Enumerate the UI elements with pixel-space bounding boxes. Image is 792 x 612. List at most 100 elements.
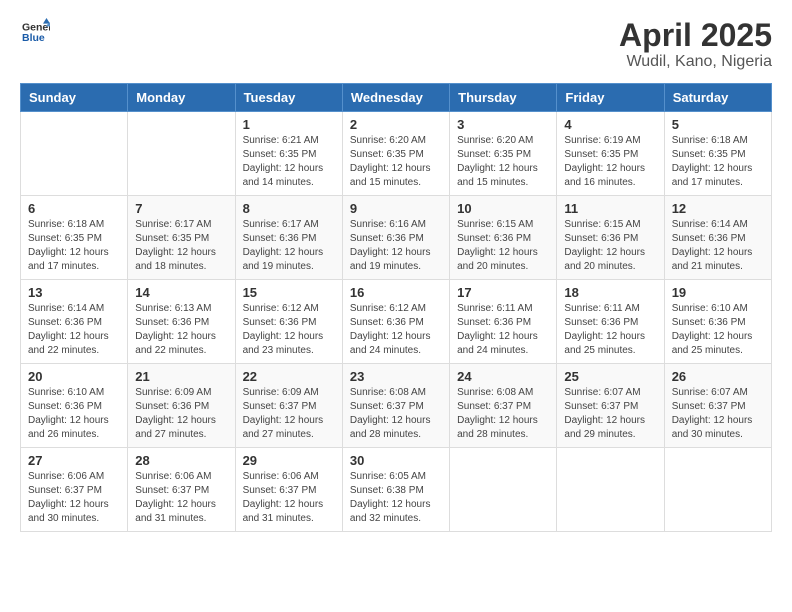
calendar-day-cell: 29Sunrise: 6:06 AM Sunset: 6:37 PM Dayli… xyxy=(235,448,342,532)
calendar-day-header: Monday xyxy=(128,84,235,112)
day-number: 27 xyxy=(28,453,120,468)
calendar-day-cell xyxy=(664,448,771,532)
calendar-day-cell: 30 Sunrise: 6:05 AM Sunset: 6:38 PM Dayli… xyxy=(342,448,449,532)
calendar-day-cell: 5Sunrise: 6:18 AM Sunset: 6:35 PM Daylig… xyxy=(664,112,771,196)
day-info: Sunrise: 6:20 AM Sunset: 6:35 PM Dayligh… xyxy=(457,134,549,190)
calendar-day-cell xyxy=(450,448,557,532)
day-info: Sunrise: 6:12 AM Sunset: 6:36 PM Dayligh… xyxy=(350,302,442,358)
day-info: Sunrise: 6:08 AM Sunset: 6:37 PM Dayligh… xyxy=(457,386,549,442)
day-number: 18 xyxy=(564,285,656,300)
calendar-day-cell: 13Sunrise: 6:14 AM Sunset: 6:36 PM Dayli… xyxy=(21,280,128,364)
calendar-day-cell: 23Sunrise: 6:08 AM Sunset: 6:37 PM Dayli… xyxy=(342,364,449,448)
day-info: Sunrise: 6:05 AM Sunset: 6:38 PM Dayligh… xyxy=(350,470,442,526)
day-number: 2 xyxy=(350,117,442,132)
calendar-day-cell: 20 Sunrise: 6:10 AM Sunset: 6:36 PM Dayli… xyxy=(21,364,128,448)
calendar-day-cell xyxy=(557,448,664,532)
day-number: 8 xyxy=(243,201,335,216)
day-number: 28 xyxy=(135,453,227,468)
calendar-day-cell: 4 Sunrise: 6:19 AM Sunset: 6:35 PM Daylig… xyxy=(557,112,664,196)
day-number: 15 xyxy=(243,285,335,300)
page: General Blue April 2025 Wudil, Kano, Nig… xyxy=(0,0,792,612)
day-number: 21 xyxy=(135,369,227,384)
day-info: Sunrise: 6:10 AM Sunset: 6:36 PM Dayligh… xyxy=(672,302,764,358)
day-info: Sunrise: 6:14 AM Sunset: 6:36 PM Dayligh… xyxy=(672,218,764,274)
calendar-week-row: 13Sunrise: 6:14 AM Sunset: 6:36 PM Dayli… xyxy=(21,280,772,364)
day-info: Sunrise: 6:09 AM Sunset: 6:36 PM Dayligh… xyxy=(135,386,227,442)
main-title: April 2025 xyxy=(619,18,772,53)
day-number: 26 xyxy=(672,369,764,384)
calendar-day-cell: 14 Sunrise: 6:13 AM Sunset: 6:36 PM Dayli… xyxy=(128,280,235,364)
day-number: 13 xyxy=(28,285,120,300)
calendar-day-cell: 10Sunrise: 6:15 AM Sunset: 6:36 PM Dayli… xyxy=(450,196,557,280)
day-info: Sunrise: 6:21 AM Sunset: 6:35 PM Dayligh… xyxy=(243,134,335,190)
calendar-week-row: 1 Sunrise: 6:21 AM Sunset: 6:35 PM Daylig… xyxy=(21,112,772,196)
day-number: 22 xyxy=(243,369,335,384)
svg-text:Blue: Blue xyxy=(22,32,45,44)
day-number: 19 xyxy=(672,285,764,300)
day-info: Sunrise: 6:19 AM Sunset: 6:35 PM Dayligh… xyxy=(564,134,656,190)
calendar-day-cell: 17 Sunrise: 6:11 AM Sunset: 6:36 PM Dayli… xyxy=(450,280,557,364)
calendar-day-cell: 19 Sunrise: 6:10 AM Sunset: 6:36 PM Dayli… xyxy=(664,280,771,364)
calendar-day-cell: 25Sunrise: 6:07 AM Sunset: 6:37 PM Dayli… xyxy=(557,364,664,448)
day-number: 9 xyxy=(350,201,442,216)
calendar-day-cell: 2 Sunrise: 6:20 AM Sunset: 6:35 PM Daylig… xyxy=(342,112,449,196)
day-number: 17 xyxy=(457,285,549,300)
day-number: 11 xyxy=(564,201,656,216)
header: General Blue April 2025 Wudil, Kano, Nig… xyxy=(20,18,772,71)
calendar-day-cell: 6Sunrise: 6:18 AM Sunset: 6:35 PM Daylig… xyxy=(21,196,128,280)
day-number: 4 xyxy=(564,117,656,132)
logo: General Blue xyxy=(20,18,50,51)
title-block: April 2025 Wudil, Kano, Nigeria xyxy=(619,18,772,71)
day-number: 30 xyxy=(350,453,442,468)
day-info: Sunrise: 6:10 AM Sunset: 6:36 PM Dayligh… xyxy=(28,386,120,442)
day-info: Sunrise: 6:18 AM Sunset: 6:35 PM Dayligh… xyxy=(672,134,764,190)
day-number: 12 xyxy=(672,201,764,216)
calendar-day-cell xyxy=(128,112,235,196)
day-info: Sunrise: 6:16 AM Sunset: 6:36 PM Dayligh… xyxy=(350,218,442,274)
calendar-week-row: 6Sunrise: 6:18 AM Sunset: 6:35 PM Daylig… xyxy=(21,196,772,280)
calendar-table: SundayMondayTuesdayWednesdayThursdayFrid… xyxy=(20,83,772,532)
day-info: Sunrise: 6:15 AM Sunset: 6:36 PM Dayligh… xyxy=(564,218,656,274)
day-info: Sunrise: 6:07 AM Sunset: 6:37 PM Dayligh… xyxy=(672,386,764,442)
day-number: 20 xyxy=(28,369,120,384)
calendar-day-cell: 18 Sunrise: 6:11 AM Sunset: 6:36 PM Dayli… xyxy=(557,280,664,364)
day-number: 29 xyxy=(243,453,335,468)
calendar-day-cell: 22Sunrise: 6:09 AM Sunset: 6:37 PM Dayli… xyxy=(235,364,342,448)
day-info: Sunrise: 6:17 AM Sunset: 6:36 PM Dayligh… xyxy=(243,218,335,274)
day-info: Sunrise: 6:20 AM Sunset: 6:35 PM Dayligh… xyxy=(350,134,442,190)
calendar-day-cell: 21 Sunrise: 6:09 AM Sunset: 6:36 PM Dayli… xyxy=(128,364,235,448)
day-number: 6 xyxy=(28,201,120,216)
day-number: 24 xyxy=(457,369,549,384)
day-info: Sunrise: 6:06 AM Sunset: 6:37 PM Dayligh… xyxy=(28,470,120,526)
calendar-day-cell: 9 Sunrise: 6:16 AM Sunset: 6:36 PM Daylig… xyxy=(342,196,449,280)
calendar-day-header: Saturday xyxy=(664,84,771,112)
calendar-week-row: 27 Sunrise: 6:06 AM Sunset: 6:37 PM Dayli… xyxy=(21,448,772,532)
calendar-day-cell: 3 Sunrise: 6:20 AM Sunset: 6:35 PM Daylig… xyxy=(450,112,557,196)
day-number: 23 xyxy=(350,369,442,384)
day-number: 3 xyxy=(457,117,549,132)
calendar-day-cell: 12 Sunrise: 6:14 AM Sunset: 6:36 PM Dayli… xyxy=(664,196,771,280)
calendar-day-cell: 24 Sunrise: 6:08 AM Sunset: 6:37 PM Dayli… xyxy=(450,364,557,448)
calendar-day-cell: 16 Sunrise: 6:12 AM Sunset: 6:36 PM Dayli… xyxy=(342,280,449,364)
calendar-day-cell: 1 Sunrise: 6:21 AM Sunset: 6:35 PM Daylig… xyxy=(235,112,342,196)
day-info: Sunrise: 6:13 AM Sunset: 6:36 PM Dayligh… xyxy=(135,302,227,358)
calendar-day-cell: 7Sunrise: 6:17 AM Sunset: 6:35 PM Daylig… xyxy=(128,196,235,280)
day-info: Sunrise: 6:11 AM Sunset: 6:36 PM Dayligh… xyxy=(457,302,549,358)
calendar-day-cell: 26 Sunrise: 6:07 AM Sunset: 6:37 PM Dayli… xyxy=(664,364,771,448)
day-number: 1 xyxy=(243,117,335,132)
calendar-day-cell: 15Sunrise: 6:12 AM Sunset: 6:36 PM Dayli… xyxy=(235,280,342,364)
calendar-week-row: 20 Sunrise: 6:10 AM Sunset: 6:36 PM Dayli… xyxy=(21,364,772,448)
day-number: 16 xyxy=(350,285,442,300)
calendar-day-header: Thursday xyxy=(450,84,557,112)
day-info: Sunrise: 6:06 AM Sunset: 6:37 PM Dayligh… xyxy=(135,470,227,526)
logo-icon: General Blue xyxy=(22,18,50,46)
calendar-header-row: SundayMondayTuesdayWednesdayThursdayFrid… xyxy=(21,84,772,112)
day-info: Sunrise: 6:11 AM Sunset: 6:36 PM Dayligh… xyxy=(564,302,656,358)
calendar-day-cell xyxy=(21,112,128,196)
day-number: 10 xyxy=(457,201,549,216)
calendar-day-header: Sunday xyxy=(21,84,128,112)
calendar-day-cell: 28 Sunrise: 6:06 AM Sunset: 6:37 PM Dayli… xyxy=(128,448,235,532)
day-number: 7 xyxy=(135,201,227,216)
day-number: 14 xyxy=(135,285,227,300)
subtitle: Wudil, Kano, Nigeria xyxy=(619,53,772,71)
